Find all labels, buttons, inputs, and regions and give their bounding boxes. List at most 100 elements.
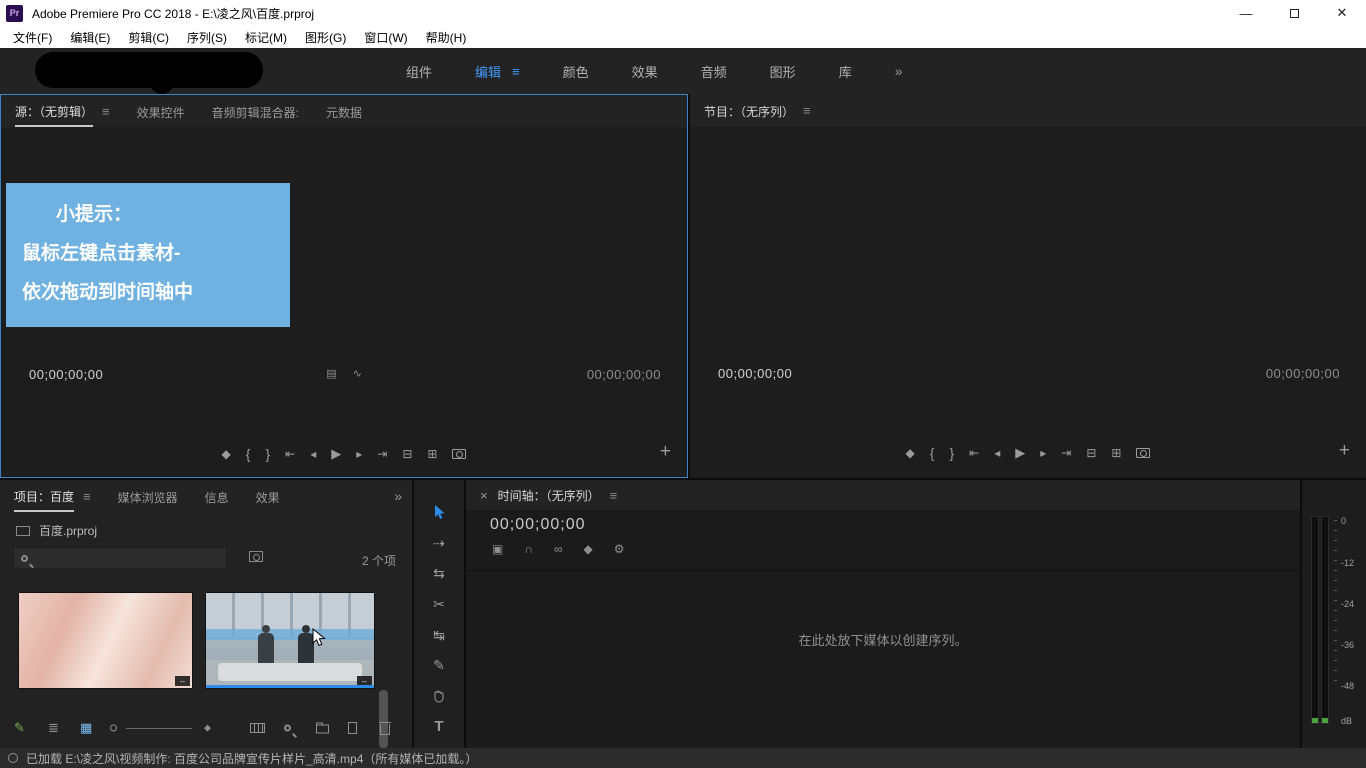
workspace-tab-libraries[interactable]: 库 bbox=[839, 62, 852, 81]
export-frame-icon[interactable] bbox=[1136, 448, 1150, 458]
workspace-tab-effects[interactable]: 效果 bbox=[632, 62, 658, 81]
item-count: 2 个项 bbox=[362, 552, 396, 569]
icon-view-icon[interactable]: ▦ bbox=[80, 720, 92, 736]
add-marker-icon[interactable]: ◆ bbox=[222, 447, 231, 461]
workspace-tab-graphics[interactable]: 图形 bbox=[770, 62, 796, 81]
hand-tool[interactable] bbox=[414, 683, 464, 709]
zoom-dot-icon bbox=[110, 725, 117, 732]
ripple-edit-tool[interactable]: ⇆ bbox=[414, 560, 464, 586]
timeline-title[interactable]: 时间轴：（无序列） bbox=[498, 487, 600, 504]
add-marker-icon[interactable]: ◆ bbox=[584, 542, 593, 556]
tab-media-browser[interactable]: 媒体浏览器 bbox=[118, 481, 178, 511]
menu-sequence[interactable]: 序列(S) bbox=[178, 29, 236, 46]
play-icon[interactable]: ▶ bbox=[1015, 445, 1025, 461]
audio-meter-scale: 0 -12 -24 -36 -48 dB bbox=[1334, 516, 1364, 724]
source-button-editor-icon[interactable]: + bbox=[660, 441, 671, 463]
close-button[interactable]: ✕ bbox=[1318, 0, 1366, 26]
razor-tool[interactable]: ✂ bbox=[414, 591, 464, 617]
tab-audio-clip-mixer[interactable]: 音频剪辑混合器: bbox=[212, 96, 299, 126]
menu-window[interactable]: 窗口(W) bbox=[355, 29, 416, 46]
new-item-icon[interactable] bbox=[348, 722, 357, 734]
menu-help[interactable]: 帮助(H) bbox=[417, 29, 476, 46]
restore-button[interactable] bbox=[1270, 0, 1318, 26]
mark-out-icon[interactable]: } bbox=[949, 445, 954, 461]
overwrite-icon[interactable]: ⊞ bbox=[427, 447, 437, 461]
project-name-row[interactable]: 百度.prproj bbox=[16, 522, 97, 539]
workspace-tab-assembly[interactable]: 组件 bbox=[406, 62, 432, 81]
linked-selection-icon[interactable]: ∞ bbox=[554, 542, 563, 556]
tab-effect-controls[interactable]: 效果控件 bbox=[137, 96, 185, 126]
step-back-icon[interactable]: ◂ bbox=[310, 447, 316, 461]
extract-icon[interactable]: ⊞ bbox=[1111, 446, 1121, 460]
timeline-close-icon[interactable]: × bbox=[480, 488, 488, 503]
menu-file[interactable]: 文件(F) bbox=[4, 29, 61, 46]
step-forward-icon[interactable]: ▸ bbox=[1040, 446, 1046, 460]
workspace-tab-editing[interactable]: 编辑 bbox=[475, 62, 501, 81]
tab-program[interactable]: 节目：（无序列） bbox=[704, 95, 794, 125]
zoom-slider-handle-icon[interactable]: ◆ bbox=[204, 723, 211, 734]
find-icon[interactable] bbox=[284, 725, 291, 732]
new-bin-icon[interactable] bbox=[316, 723, 329, 734]
play-icon[interactable]: ▶ bbox=[331, 446, 341, 462]
add-marker-icon[interactable]: ◆ bbox=[906, 446, 915, 460]
project-overflow-icon[interactable]: » bbox=[394, 488, 402, 504]
panel-menu-icon[interactable]: ≡ bbox=[83, 489, 91, 504]
slip-tool[interactable]: ↹ bbox=[414, 622, 464, 648]
tab-project[interactable]: 项目：百度 bbox=[14, 480, 74, 512]
meter-bar-left bbox=[1311, 516, 1319, 724]
workspace-tab-color[interactable]: 颜色 bbox=[563, 62, 589, 81]
clip-thumbnail-1[interactable]: ↔ bbox=[18, 592, 193, 689]
step-forward-icon[interactable]: ▸ bbox=[356, 447, 362, 461]
delete-icon[interactable] bbox=[380, 721, 390, 735]
insert-icon[interactable]: ⊟ bbox=[402, 447, 412, 461]
workspace-tab-audio[interactable]: 音频 bbox=[701, 62, 727, 81]
selection-tool[interactable] bbox=[414, 499, 464, 525]
clip-thumbnail-2[interactable]: ↔ bbox=[205, 592, 375, 689]
menu-markers[interactable]: 标记(M) bbox=[236, 29, 296, 46]
workspace-bar: 组件 编辑 ≡ 颜色 效果 音频 图形 库 » bbox=[0, 48, 1366, 94]
program-button-editor-icon[interactable]: + bbox=[1339, 440, 1350, 462]
program-duration-timecode: 00;00;00;00 bbox=[1266, 366, 1340, 381]
export-frame-icon[interactable] bbox=[452, 449, 466, 459]
menu-edit[interactable]: 编辑(E) bbox=[61, 29, 119, 46]
snap-icon[interactable]: ∩ bbox=[524, 542, 533, 556]
panel-menu-icon[interactable]: ≡ bbox=[803, 103, 811, 118]
minimize-button[interactable]: — bbox=[1222, 0, 1270, 26]
search-input[interactable] bbox=[35, 552, 219, 566]
go-to-in-icon[interactable]: ⇤ bbox=[285, 447, 295, 461]
create-search-bin-icon[interactable] bbox=[249, 551, 263, 562]
nest-toggle-icon[interactable]: ▣ bbox=[492, 542, 503, 556]
status-bar: 已加载 E:\凌之风\视频制作: 百度公司品牌宣传片样片_高清.mp4（所有媒体… bbox=[0, 748, 1366, 768]
zoom-slider-track[interactable] bbox=[126, 728, 192, 729]
tab-source[interactable]: 源：（无剪辑） bbox=[15, 95, 93, 127]
drag-video-icon[interactable]: ▤ bbox=[326, 367, 336, 380]
timeline-drop-message: 在此处放下媒体以创建序列。 bbox=[466, 630, 1300, 649]
automate-to-sequence-icon[interactable] bbox=[250, 723, 265, 733]
lift-icon[interactable]: ⊟ bbox=[1086, 446, 1096, 460]
go-to-out-icon[interactable]: ⇥ bbox=[377, 447, 387, 461]
tab-effects[interactable]: 效果 bbox=[256, 481, 280, 511]
menu-graphics[interactable]: 图形(G) bbox=[296, 29, 355, 46]
timeline-settings-icon[interactable]: ⚙ bbox=[614, 542, 625, 556]
mark-in-icon[interactable]: { bbox=[930, 445, 935, 461]
go-to-in-icon[interactable]: ⇤ bbox=[969, 446, 979, 460]
go-to-out-icon[interactable]: ⇥ bbox=[1061, 446, 1071, 460]
project-search-box[interactable] bbox=[14, 549, 226, 568]
mark-in-icon[interactable]: { bbox=[246, 446, 251, 462]
panel-menu-icon[interactable]: ≡ bbox=[610, 488, 618, 503]
track-select-tool[interactable]: ⇢ bbox=[414, 530, 464, 556]
type-tool[interactable]: T bbox=[414, 713, 464, 739]
step-back-icon[interactable]: ◂ bbox=[994, 446, 1000, 460]
panel-menu-icon[interactable]: ≡ bbox=[102, 104, 110, 119]
workspace-overflow-icon[interactable]: » bbox=[895, 63, 903, 79]
tab-info[interactable]: 信息 bbox=[205, 481, 229, 511]
zoom-slider-min-icon[interactable] bbox=[110, 725, 117, 732]
mark-out-icon[interactable]: } bbox=[265, 446, 270, 462]
menu-clip[interactable]: 剪辑(C) bbox=[119, 29, 178, 46]
project-writable-icon[interactable]: ✎ bbox=[14, 720, 25, 736]
drag-audio-icon[interactable]: ∿ bbox=[353, 367, 362, 380]
workspace-menu-icon[interactable]: ≡ bbox=[512, 64, 520, 79]
tab-metadata[interactable]: 元数据 bbox=[326, 96, 362, 126]
pen-tool[interactable]: ✎ bbox=[414, 652, 464, 678]
list-view-icon[interactable]: ≣ bbox=[48, 720, 59, 736]
